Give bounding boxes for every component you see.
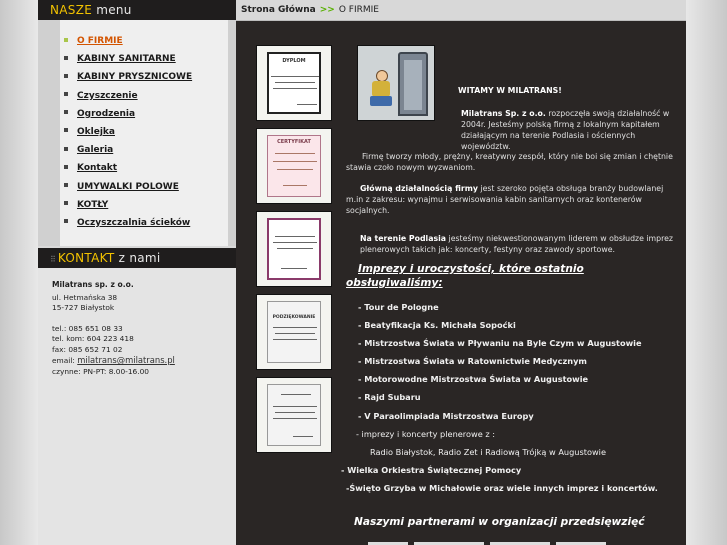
menu-strip-left [38,20,60,246]
bullet-icon [64,128,68,133]
menu-item-label: KOTŁY [77,199,109,210]
main-activity-line2: m.in z zakresu: wynajmu i serwisowania k… [346,195,642,215]
bullet-icon [64,92,68,97]
menu-item-label: Kontakt [77,163,118,174]
event-item: -Święto Grzyba w Michałowie oraz wiele i… [346,482,658,493]
breadcrumb: Strona Główna >> O FIRMIE [236,0,686,21]
menu-header-accent: NASZE [50,3,93,17]
thumb-certyfikat[interactable]: CERTYFIKAT [256,128,332,204]
menu-item-label: O FIRMIE [77,36,123,46]
breadcrumb-current: O FIRMIE [338,5,379,15]
menu-item-kabiny-prysznicowe[interactable]: KABINY PRYSZNICOWE [64,68,236,86]
event-item: - Motorowodne Mistrzostwa Świata w Augus… [358,374,589,385]
sidebar: NASZE menu O FIRMIE KABINY SANITARNE KAB… [38,0,236,545]
company-fax: fax: 085 652 71 02 [52,344,123,354]
contact-header-accent: KONTAKT [57,251,115,265]
menu-item-umywalki-polowe[interactable]: UMYWALKI POLOWE [64,178,236,196]
company-city: 15-727 Białystok [52,303,115,312]
intro-paragraph: Milatrans Sp. z o.o. rozpoczęła swoją dz… [341,108,681,152]
thumb-title: DYPLOM [282,58,306,64]
menu-item-oczyszczalnia[interactable]: Oczyszczalnia ścieków [64,214,236,232]
breadcrumb-home[interactable]: Strona Główna [241,5,316,15]
main-content: Strona Główna >> O FIRMIE DYPLOM CERTYFIKA… [236,0,686,545]
event-item: - V Paraolimpiada Mistrzostwa Europy [358,410,534,421]
thumb-document-3[interactable] [256,211,332,287]
background-stripe-right [685,0,727,545]
events-title: Imprezy i uroczystości, które ostatnio o… [346,263,584,289]
thumb-document-5[interactable] [256,377,332,453]
event-item: - Mistrzostwa Świata w Ratownictwie Medy… [358,356,587,367]
event-item: - Wielka Orkiestra Świątecznej Pomocy [341,464,522,475]
event-item: Radio Białystok, Radio Zet i Radiową Tró… [370,446,606,457]
podlasie-lead: Na terenie Podlasia [360,234,447,243]
podlasie-paragraph: Na terenie Podlasia jesteśmy niekwestion… [346,233,681,255]
menu-item-o-firmie[interactable]: O FIRMIE [64,32,236,50]
intro-lead: Milatrans Sp. z o.o. [461,109,546,118]
toilet-cabin-icon [398,52,428,116]
company-mobile: tel. kom: 604 223 418 [52,334,134,343]
menu-item-oklejka[interactable]: Oklejka [64,123,236,141]
menu-item-kontakt[interactable]: Kontakt [64,159,236,177]
bullet-icon [64,73,68,78]
email-link[interactable]: milatrans@milatrans.pl [77,355,175,365]
dots-icon: ⠿ [50,255,56,264]
team-paragraph: Firmę tworzy młody, prężny, kreatywny ze… [346,152,673,172]
events-list: - Tour de Pologne - Beatyfikacja Ks. Mic… [341,298,681,497]
main-activity-paragraph: Główną działalnością firmy jest szeroko … [346,183,681,216]
contact-box: Milatrans sp. z o.o. ul. Hetmańska 38 15… [38,268,236,545]
welcome-heading: WITAMY W MILATRANS! [458,86,562,95]
menu-item-kabiny-sanitarne[interactable]: KABINY SANITARNE [64,50,236,68]
bullet-icon [64,146,68,151]
menu-item-label: Galeria [77,145,114,156]
bullet-icon [64,201,68,206]
contact-header-rest: z nami [118,251,161,265]
bullet-icon [64,37,68,42]
company-tel: tel.: 085 651 08 33 [52,323,123,333]
background-stripe-left [0,0,38,545]
bullet-icon [64,55,68,60]
event-item: - Rajd Subaru [358,392,421,403]
menu-item-label: Ogrodzenia [77,108,136,119]
thumb-title: CERTYFIKAT [277,139,311,145]
thumb-dyplom[interactable]: DYPLOM [256,45,332,121]
partners-heading: Naszymi partnerami w organizacji przedsi… [354,516,645,528]
menu-item-galeria[interactable]: Galeria [64,141,236,159]
main-menu: O FIRMIE KABINY SANITARNE KABINY PRYSZNI… [38,20,236,246]
bullet-icon [64,219,68,224]
email-label: email: [52,356,75,365]
menu-item-label: KABINY PRYSZNICOWE [77,72,193,83]
event-item: - Beatyfikacja Ks. Michała Sopoćki [358,320,516,331]
partners-cut-line [368,538,668,545]
thumb-title: PODZIĘKOWANIE [272,315,316,320]
menu-item-label: Oczyszczalnia ścieków [77,217,191,228]
main-activity-rest: jest szeroko pojęta obsługa branży budow… [477,184,664,193]
event-item: - Mistrzostwa Świata w Pływaniu na Byle … [358,338,642,349]
menu-item-label: KABINY SANITARNE [77,54,176,65]
menu-item-czyszczenie[interactable]: Czyszczenie [64,87,236,105]
main-activity-lead: Główną działalnością firmy [360,184,478,193]
event-item: - Tour de Pologne [358,302,439,312]
event-item: - imprezy i koncerty plenerowe z : [356,428,495,439]
company-hours: czynne: PN-PT: 8.00-16.00 [52,366,150,376]
contact-header: ⠿ KONTAKT z nami [38,248,236,268]
menu-item-label: UMYWALKI POLOWE [77,181,179,192]
company-street: ul. Hetmańska 38 [52,292,118,302]
company-email-row: email: milatrans@milatrans.pl [52,355,236,367]
bullet-icon [64,110,68,115]
menu-header-rest: menu [96,3,132,17]
menu-item-label: Czyszczenie [77,90,138,101]
certificate-thumbnails: DYPLOM CERTYFIKAT PODZIĘKOWANIE [256,45,332,460]
bullet-icon [64,164,68,169]
company-name: Milatrans sp. z o.o. [52,280,134,289]
menu-item-kotly[interactable]: KOTŁY [64,196,236,214]
worker-icon [364,70,394,108]
bullet-icon [64,183,68,187]
breadcrumb-separator: >> [319,5,335,15]
menu-item-ogrodzenia[interactable]: Ogrodzenia [64,105,236,123]
menu-item-label: Oklejka [77,126,115,137]
menu-header: NASZE menu [38,0,236,20]
thumb-podziekowanie[interactable]: PODZIĘKOWANIE [256,294,332,370]
